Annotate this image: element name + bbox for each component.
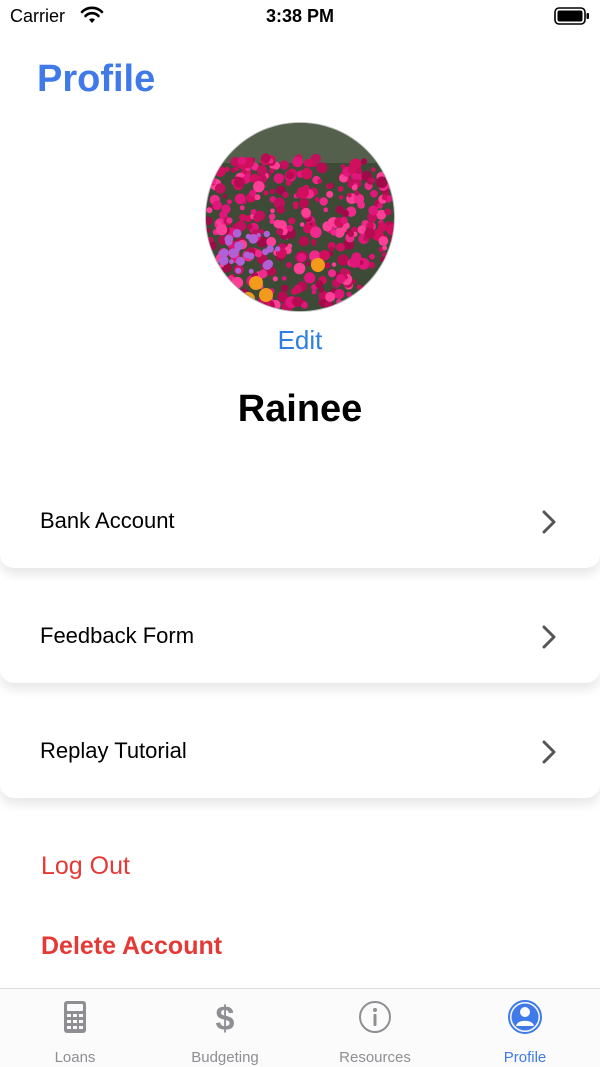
tab-profile[interactable]: Profile (450, 989, 600, 1067)
replay-tutorial-row[interactable]: Replay Tutorial (0, 706, 600, 798)
replay-tutorial-label: Replay Tutorial (40, 738, 187, 763)
profile-avatar[interactable] (205, 122, 395, 312)
tab-budgeting-label: Budgeting (191, 1049, 259, 1066)
chevron-right-icon (542, 625, 556, 649)
tab-loans[interactable]: Loans (0, 989, 150, 1067)
status-bar: Carrier 3:38 PM (0, 0, 600, 34)
user-name: Rainee (237, 388, 363, 430)
chevron-right-icon (542, 740, 556, 764)
bank-account-label: Bank Account (40, 508, 175, 533)
info-icon (359, 1001, 391, 1033)
feedback-form-label: Feedback Form (40, 623, 195, 648)
page-title: Profile (37, 58, 156, 100)
tab-profile-label: Profile (503, 1049, 547, 1066)
tab-bar: Loans $ Budgeting Resources Profile (0, 988, 600, 1067)
chevron-right-icon (542, 510, 556, 534)
log-out-button[interactable]: Log Out (41, 852, 130, 881)
delete-account-button[interactable]: Delete Account (41, 932, 222, 961)
edit-photo-link[interactable]: Edit (0, 325, 600, 356)
tab-resources-label: Resources (339, 1049, 411, 1066)
svg-text:$: $ (216, 1000, 235, 1035)
bank-account-row[interactable]: Bank Account (0, 476, 600, 568)
dollar-icon: $ (216, 1000, 235, 1035)
tab-budgeting[interactable]: $ Budgeting (150, 989, 300, 1067)
tab-resources[interactable]: Resources (300, 989, 450, 1067)
flower-photo (206, 123, 394, 311)
feedback-form-row[interactable]: Feedback Form (0, 591, 600, 683)
calculator-icon (64, 1001, 86, 1033)
person-icon (508, 1000, 542, 1034)
tab-loans-label: Loans (54, 1049, 96, 1066)
status-time: 3:38 PM (265, 6, 335, 26)
battery-icon (554, 7, 589, 25)
